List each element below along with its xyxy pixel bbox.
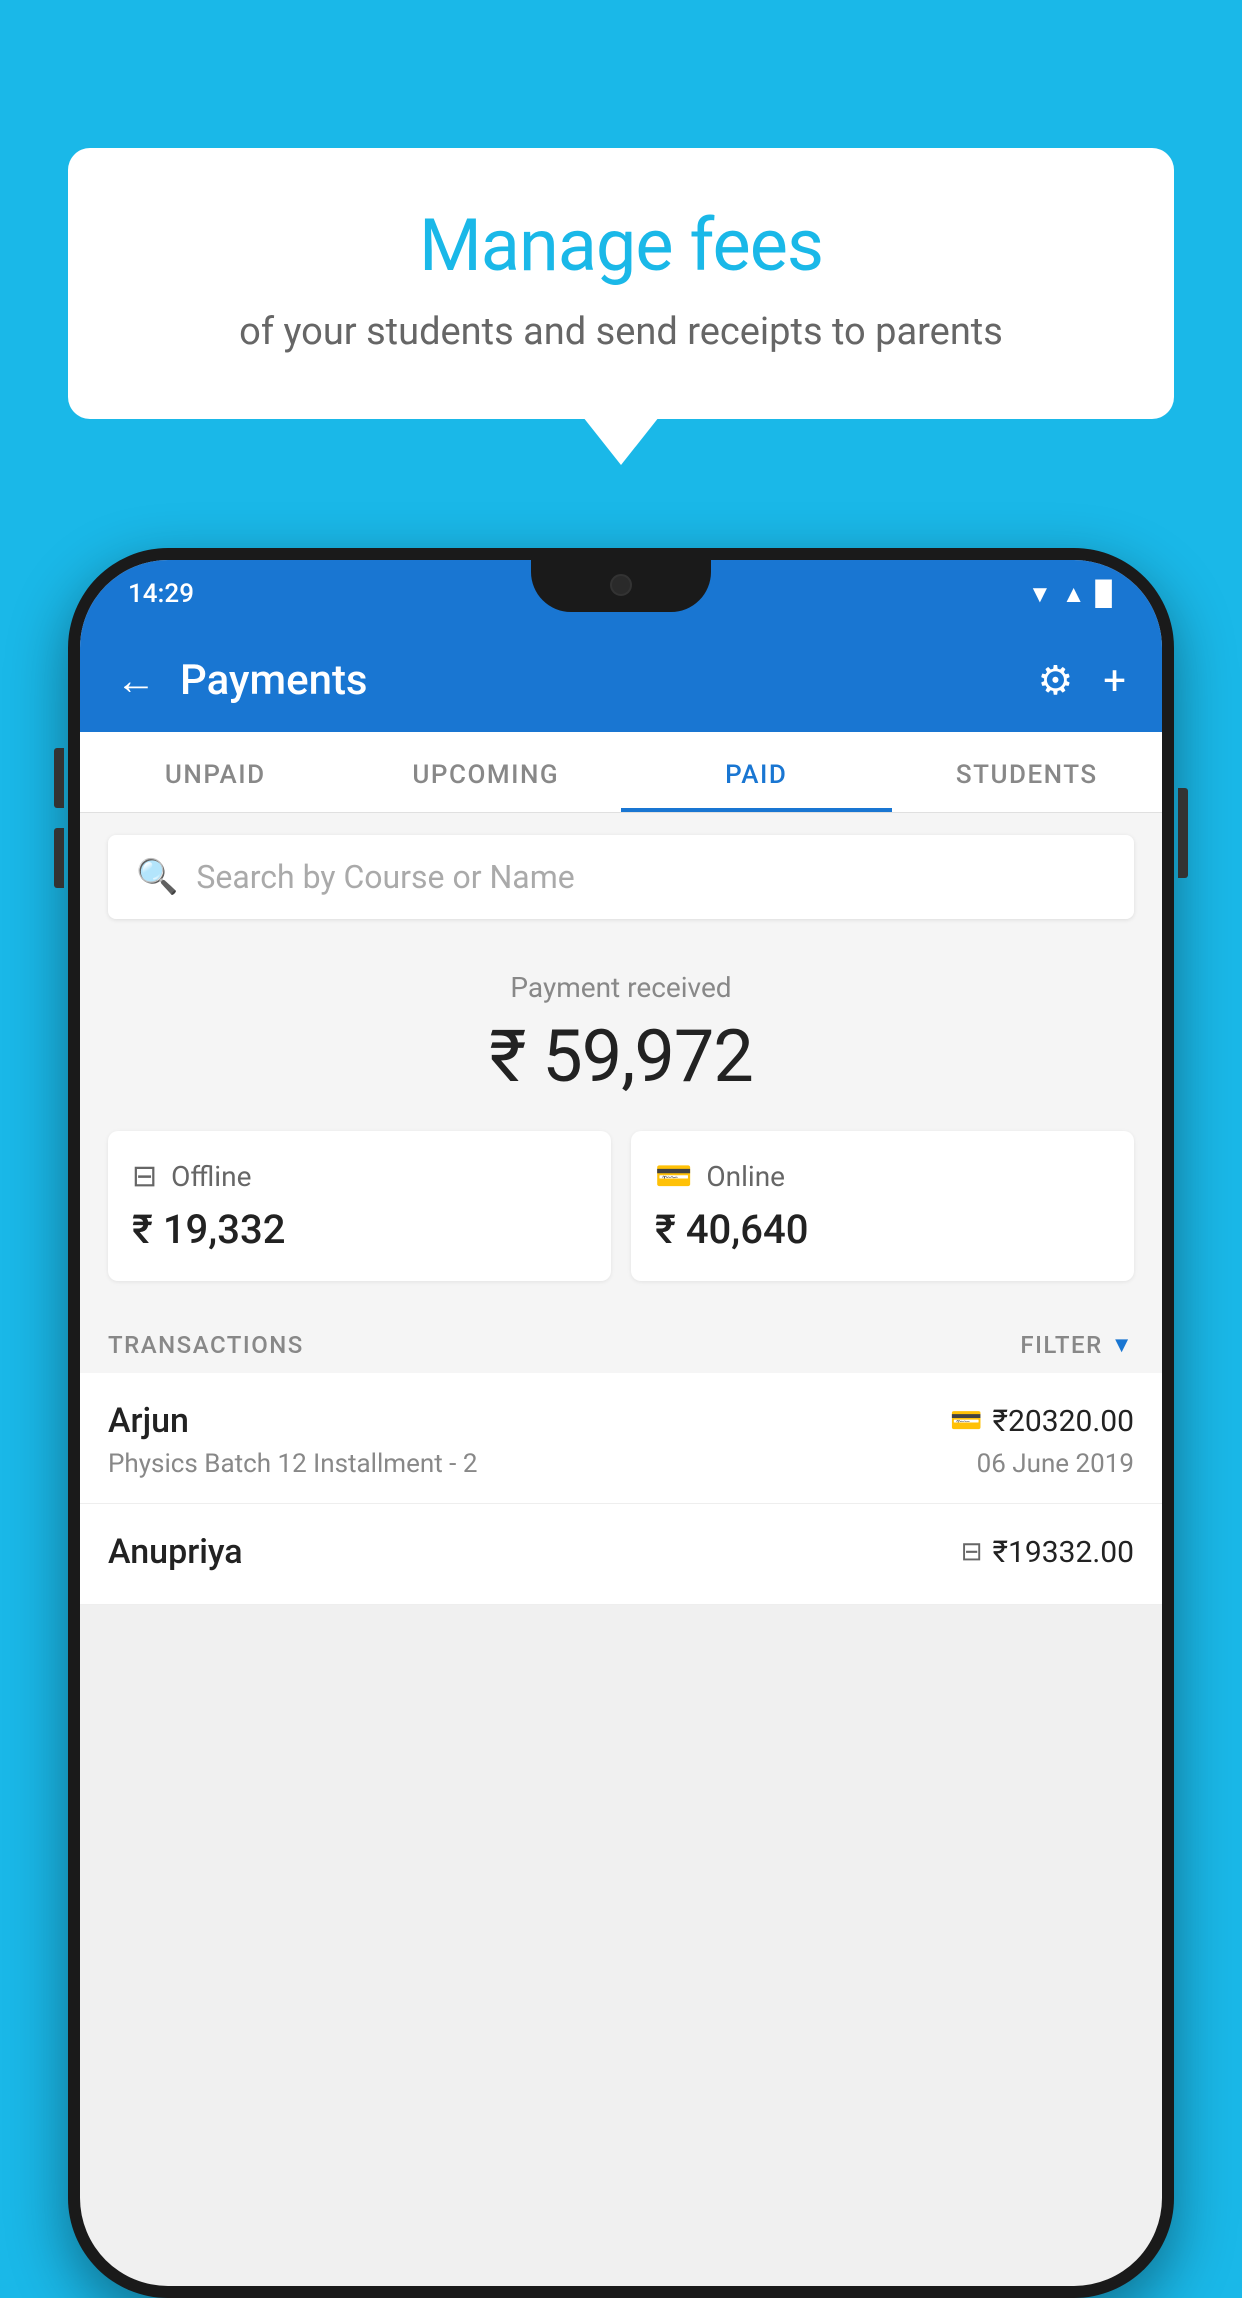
filter-label: FILTER [1020,1331,1102,1359]
battery-icon: ▉ [1096,580,1114,608]
tab-upcoming[interactable]: UPCOMING [351,732,622,812]
status-bar: 14:29 ▼ ▲ ▉ [80,560,1162,628]
search-container: 🔍 Search by Course or Name [80,813,1162,941]
page-title: Payments [180,656,1013,705]
transaction-amount: ₹19332.00 [993,1535,1134,1570]
phone-screen: 14:29 ▼ ▲ ▉ ← Payments ⚙ + UNPAID UPCOMI… [80,560,1162,2286]
bubble-title: Manage fees [128,203,1114,288]
payment-cards-row: ⊟ Offline ₹ 19,332 💳 Online ₹ 40,640 [80,1131,1162,1313]
tab-unpaid[interactable]: UNPAID [80,732,351,812]
transaction-course: Physics Batch 12 Installment - 2 [108,1449,477,1479]
card-chip-icon: 💳 [950,1406,982,1436]
back-button[interactable]: ← [116,657,156,704]
tabs-bar: UNPAID UPCOMING PAID STUDENTS [80,732,1162,813]
rupee-icon: ⊟ [961,1537,983,1567]
transaction-name: Anupriya [108,1532,243,1572]
transaction-amount: ₹20320.00 [993,1404,1134,1439]
filter-icon: ▼ [1111,1332,1134,1358]
power-button [1178,788,1188,878]
offline-icon: ⊟ [132,1159,157,1194]
transaction-amount-wrap: 💳 ₹20320.00 [950,1404,1134,1439]
online-label: Online [706,1160,785,1193]
speech-bubble-container: Manage fees of your students and send re… [68,148,1174,419]
offline-label: Offline [171,1160,251,1193]
app-header: ← Payments ⚙ + [80,628,1162,732]
offline-card: ⊟ Offline ₹ 19,332 [108,1131,611,1281]
payment-label: Payment received [108,971,1134,1004]
notch [531,560,711,612]
transaction-row-top: Arjun 💳 ₹20320.00 [108,1401,1134,1441]
payment-amount: ₹ 59,972 [108,1014,1134,1099]
offline-amount: ₹ 19,332 [132,1206,587,1253]
tab-paid[interactable]: PAID [621,732,892,812]
status-icons: ▼ ▲ ▉ [1028,580,1114,609]
transaction-item[interactable]: Anupriya ⊟ ₹19332.00 [80,1504,1162,1605]
speech-bubble: Manage fees of your students and send re… [68,148,1174,419]
transactions-header: TRANSACTIONS FILTER ▼ [80,1313,1162,1373]
online-card-header: 💳 Online [655,1159,1110,1194]
offline-card-header: ⊟ Offline [132,1159,587,1194]
tab-students[interactable]: STUDENTS [892,732,1163,812]
online-card: 💳 Online ₹ 40,640 [631,1131,1134,1281]
vol-up-button [54,748,64,808]
transaction-name: Arjun [108,1401,189,1441]
transaction-row-top: Anupriya ⊟ ₹19332.00 [108,1532,1134,1572]
camera [610,574,632,596]
phone-frame: 14:29 ▼ ▲ ▉ ← Payments ⚙ + UNPAID UPCOMI… [68,548,1174,2298]
header-actions: ⚙ + [1037,657,1126,704]
search-icon: 🔍 [136,857,178,897]
search-bar[interactable]: 🔍 Search by Course or Name [108,835,1134,919]
settings-icon[interactable]: ⚙ [1037,657,1073,704]
add-icon[interactable]: + [1103,657,1126,704]
wifi-icon: ▼ [1028,580,1052,609]
transaction-item[interactable]: Arjun 💳 ₹20320.00 Physics Batch 12 Insta… [80,1373,1162,1504]
online-icon: 💳 [655,1159,692,1194]
status-time: 14:29 [128,579,194,609]
search-input[interactable]: Search by Course or Name [196,858,574,896]
vol-down-button [54,828,64,888]
online-amount: ₹ 40,640 [655,1206,1110,1253]
transaction-date: 06 June 2019 [977,1449,1134,1479]
transaction-amount-wrap: ⊟ ₹19332.00 [961,1535,1134,1570]
signal-icon: ▲ [1062,580,1086,609]
transactions-list: Arjun 💳 ₹20320.00 Physics Batch 12 Insta… [80,1373,1162,1605]
filter-button[interactable]: FILTER ▼ [1020,1331,1134,1359]
bubble-subtitle: of your students and send receipts to pa… [128,306,1114,359]
payment-summary-section: Payment received ₹ 59,972 [80,941,1162,1131]
transaction-row-bottom: Physics Batch 12 Installment - 2 06 June… [108,1449,1134,1479]
transactions-label: TRANSACTIONS [108,1331,304,1359]
